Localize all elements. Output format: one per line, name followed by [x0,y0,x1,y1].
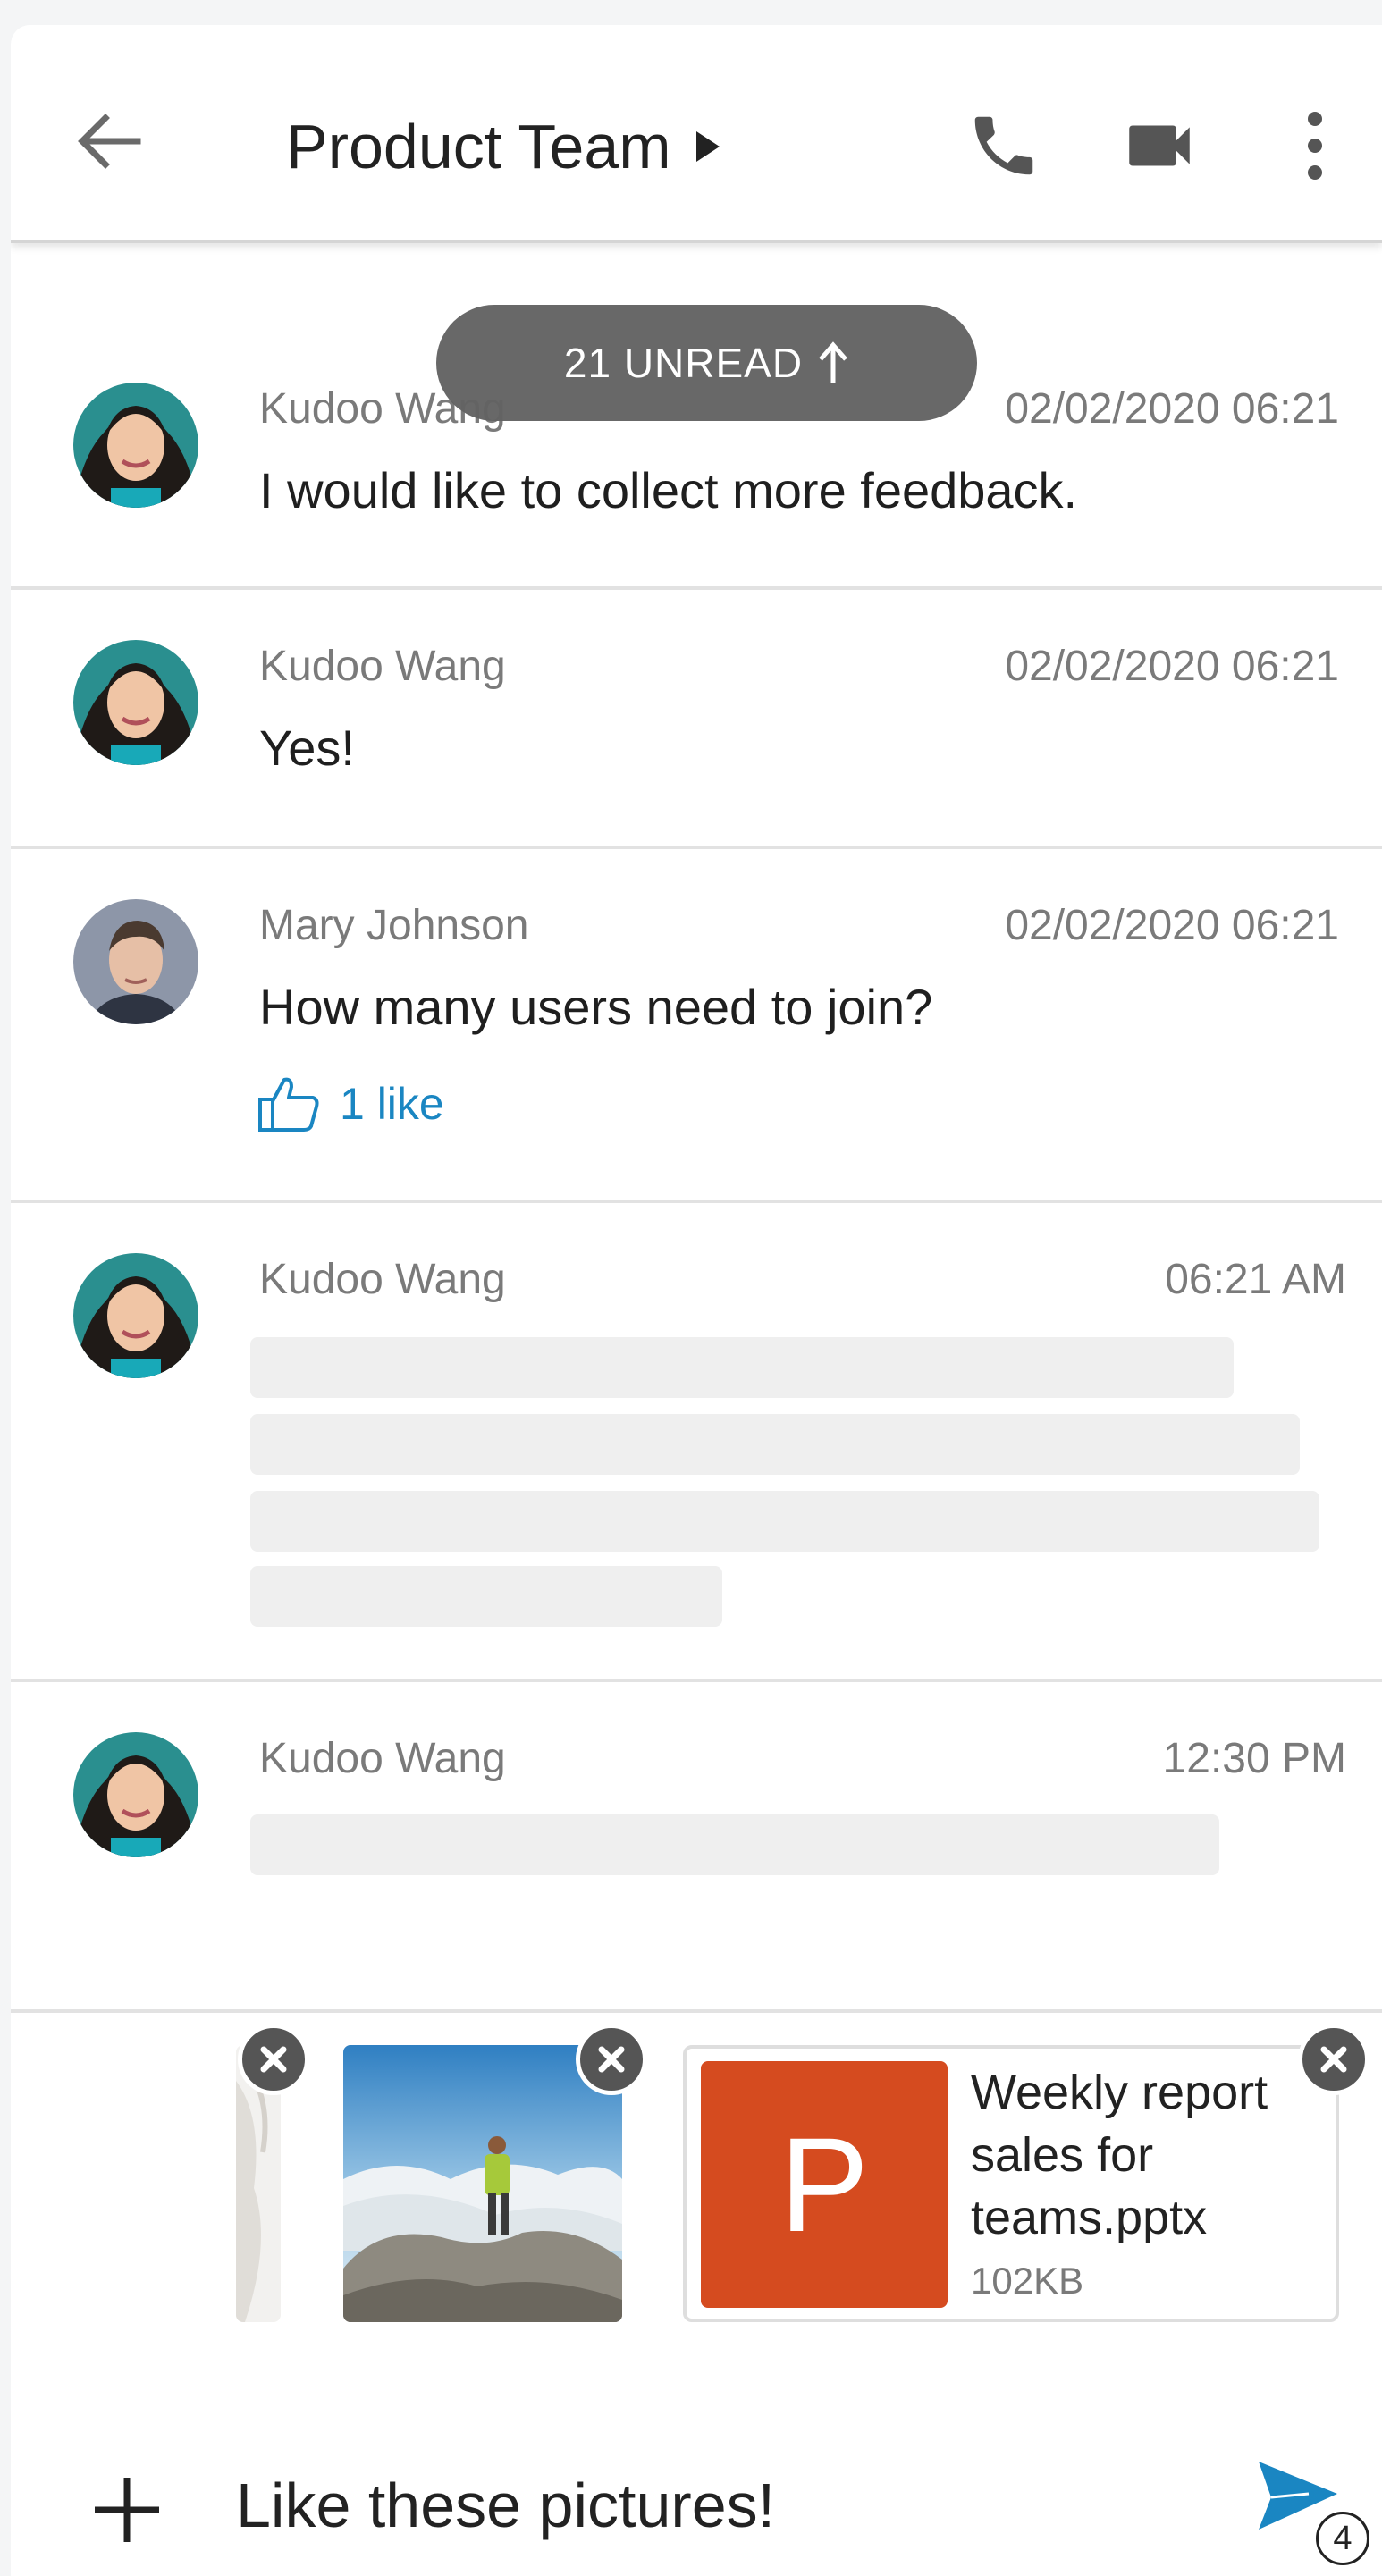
remove-attachment-button[interactable] [1298,2024,1369,2095]
avatar-image [73,899,198,1024]
remove-attachment-button[interactable] [576,2024,647,2095]
message-timestamp: 02/02/2020 06:21 [1005,643,1339,690]
file-name: Weekly report sales for teams.pptx [971,2066,1268,2244]
phone-icon [974,116,1033,175]
attachment-file-card[interactable]: P Weekly report sales for teams.pptx 102… [683,2045,1339,2322]
video-call-button[interactable] [1110,97,1209,195]
avatar-kudoo-wang[interactable] [73,1253,198,1378]
close-icon [1320,2046,1347,2073]
loading-placeholder-line [250,1337,1234,1398]
chat-screen: Product Team 21 UNREAD Kudoo Wang 02/02/… [11,25,1382,2576]
unread-count-label: 21 UNREAD [563,340,804,386]
video-camera-icon [1129,125,1190,166]
attachment-count-badge: 4 [1316,2512,1369,2565]
attachment-image[interactable] [343,2045,622,2322]
back-button[interactable] [64,97,154,186]
file-icon-letter: P [779,2109,870,2260]
message-text: I would like to collect more feedback. [259,462,1078,518]
message-item[interactable]: Mary Johnson 02/02/2020 06:21 How many u… [11,849,1382,1203]
sender-name: Kudoo Wang [259,643,506,690]
avatar-kudoo-wang[interactable] [73,383,198,508]
add-attachment-button[interactable] [82,2465,172,2555]
message-timestamp: 06:21 AM [1165,1256,1346,1303]
powerpoint-file-icon: P [701,2061,948,2308]
message-text: How many users need to join? [259,979,933,1035]
loading-placeholder-line [250,1491,1319,1552]
message-timestamp: 02/02/2020 06:21 [1005,902,1339,949]
sender-name: Kudoo Wang [259,1735,506,1782]
attachment-image-preview [343,2045,622,2322]
thumbs-up-icon [258,1077,319,1132]
message-composer: 4 [11,2420,1382,2576]
more-vertical-icon [1308,112,1322,180]
avatar-kudoo-wang[interactable] [73,640,198,765]
message-input[interactable] [236,2456,1237,2555]
remove-attachment-button[interactable] [238,2024,309,2095]
arrow-left-icon [78,114,141,169]
like-button[interactable]: 1 like [257,1074,444,1133]
loading-placeholder-line [250,1566,722,1627]
arrow-up-icon [819,341,847,383]
unread-jump-button[interactable]: 21 UNREAD [436,305,977,421]
sender-name: Mary Johnson [259,902,529,949]
plus-icon [95,2478,159,2542]
sender-name: Kudoo Wang [259,1256,506,1303]
message-item[interactable]: Kudoo Wang 12:30 PM [11,1682,1382,2013]
send-button[interactable]: 4 [1255,2458,1371,2565]
close-icon [598,2046,625,2073]
chat-title[interactable]: Product Team [286,111,721,182]
avatar-image [73,1253,198,1378]
avatar-image [73,1732,198,1857]
attachment-tray: P Weekly report sales for teams.pptx 102… [11,2024,1382,2385]
avatar-kudoo-wang[interactable] [73,1732,198,1857]
chat-header: Product Team [11,25,1382,243]
message-timestamp: 02/02/2020 06:21 [1005,385,1339,433]
message-text: Yes! [259,720,355,776]
message-item[interactable]: Kudoo Wang 06:21 AM [11,1203,1382,1682]
file-size: 102KB [971,2260,1084,2302]
close-icon [260,2046,287,2073]
message-item[interactable]: Kudoo Wang 02/02/2020 06:21 Yes! [11,590,1382,849]
like-count: 1 like [340,1079,444,1129]
more-options-button[interactable] [1266,97,1364,195]
caret-right-icon [695,131,720,162]
avatar-image [73,383,198,508]
chat-title-text: Product Team [286,112,671,181]
avatar-image [73,640,198,765]
avatar-mary-johnson[interactable] [73,899,198,1024]
loading-placeholder-line [250,1414,1300,1475]
call-button[interactable] [955,97,1053,195]
message-timestamp: 12:30 PM [1162,1735,1346,1782]
loading-placeholder-line [250,1814,1219,1875]
